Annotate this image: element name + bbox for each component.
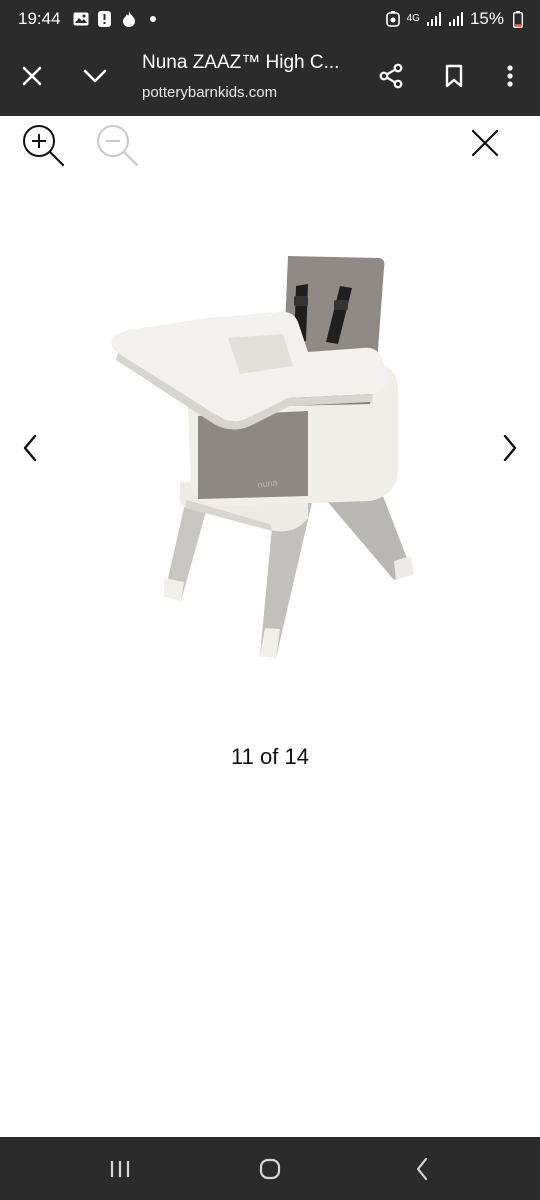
bookmark-button[interactable] [432, 54, 476, 98]
home-button[interactable] [248, 1149, 292, 1189]
page-url: potterybarnkids.com [142, 84, 278, 101]
signal-icon [426, 11, 442, 27]
flame-icon [121, 11, 137, 27]
minimize-button[interactable] [73, 54, 117, 98]
share-button[interactable] [369, 54, 413, 98]
roaming-signal-icon [448, 11, 464, 27]
close-icon [471, 129, 499, 157]
gallery-icon [73, 11, 89, 27]
close-viewer-button[interactable] [462, 120, 508, 166]
status-bar: 19:44 4G 15% [0, 0, 540, 38]
chevron-left-icon [23, 434, 37, 462]
bookmark-icon [445, 64, 463, 88]
share-icon [379, 63, 403, 89]
dot-icon [145, 11, 161, 27]
alert-icon [97, 11, 113, 27]
recent-apps-icon [110, 1161, 130, 1177]
battery-percent: 15% [469, 9, 504, 28]
zoom-out-button[interactable] [92, 120, 142, 170]
zoom-in-button[interactable] [18, 120, 68, 170]
back-icon [416, 1157, 428, 1181]
recent-apps-button[interactable] [98, 1149, 142, 1189]
zoom-out-icon [97, 125, 139, 167]
chevron-down-icon [83, 69, 107, 83]
battery-saver-icon [385, 11, 401, 27]
previous-image-button[interactable] [10, 426, 50, 470]
image-counter: 11 of 14 [231, 744, 309, 769]
back-button[interactable] [400, 1149, 444, 1189]
status-time: 19:44 [18, 9, 61, 28]
more-vert-icon [507, 65, 513, 87]
image-viewer: nuna 11 of 14 [0, 116, 540, 1137]
next-image-button[interactable] [490, 426, 530, 470]
more-options-button[interactable] [488, 54, 532, 98]
network-type: 4G [406, 13, 420, 24]
custom-tab-toolbar: Nuna ZAAZ™ High C... potterybarnkids.com [0, 38, 540, 116]
page-title: Nuna ZAAZ™ High C... [142, 52, 340, 73]
battery-icon [510, 10, 526, 28]
system-nav-bar [0, 1137, 540, 1200]
home-icon [259, 1158, 281, 1180]
close-icon [22, 66, 42, 86]
zoom-in-icon [23, 125, 65, 167]
close-tab-button[interactable] [10, 54, 54, 98]
product-image: nuna [111, 256, 414, 658]
chevron-right-icon [503, 434, 517, 462]
